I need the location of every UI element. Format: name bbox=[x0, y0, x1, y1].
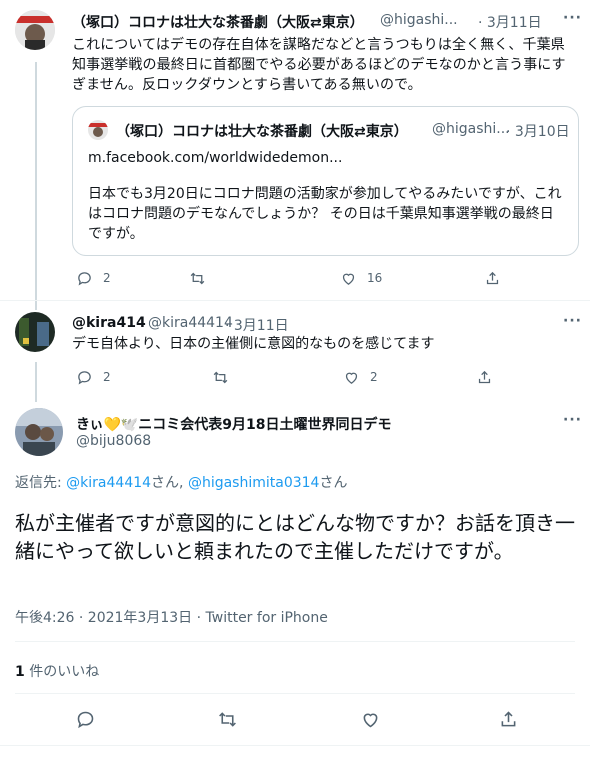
retweet-button[interactable] bbox=[212, 367, 239, 387]
likes-count: 1 bbox=[15, 664, 25, 680]
tweet-date[interactable]: · 3月11日 bbox=[478, 12, 542, 32]
tweet-text: デモ自体より、日本の主催側に意図的なものを感じてます bbox=[72, 336, 435, 352]
reply-to-link[interactable]: @kira44414 bbox=[66, 475, 151, 491]
tweet-date[interactable]: · 3月11日 bbox=[225, 315, 289, 335]
more-icon[interactable]: ··· bbox=[563, 412, 582, 428]
quoted-tweet-date: · 3月10日 bbox=[506, 124, 570, 140]
tweet-actions: 2 16 bbox=[72, 268, 577, 288]
reply-count: 2 bbox=[103, 271, 111, 285]
avatar[interactable] bbox=[15, 312, 55, 352]
more-icon[interactable]: ··· bbox=[563, 10, 582, 26]
reply-icon bbox=[78, 370, 91, 384]
share-icon bbox=[501, 710, 516, 726]
share-button[interactable] bbox=[484, 268, 501, 288]
more-icon[interactable]: ··· bbox=[563, 313, 582, 329]
share-button[interactable] bbox=[498, 708, 519, 730]
retweet-button[interactable] bbox=[189, 268, 216, 288]
reply-icon bbox=[77, 711, 94, 728]
thread-line bbox=[35, 62, 37, 310]
tweet-source[interactable]: Twitter for iPhone bbox=[206, 610, 328, 626]
tweet-date[interactable]: · 2021年3月13日 · bbox=[74, 610, 205, 626]
reply-button[interactable]: 2 bbox=[76, 367, 111, 387]
divider bbox=[0, 745, 590, 746]
reply-to-label: 返信先: bbox=[15, 475, 67, 491]
tweet-actions: 2 2 bbox=[72, 367, 577, 387]
tweet-meta: 午後4:26 · 2021年3月13日 · Twitter for iPhone bbox=[15, 607, 328, 627]
retweet-icon bbox=[190, 272, 205, 284]
thread-line bbox=[35, 362, 37, 402]
reply-to-sep: さん, bbox=[151, 475, 188, 491]
divider bbox=[15, 641, 575, 642]
heart-icon bbox=[345, 372, 358, 384]
reply-to-suffix: さん bbox=[319, 475, 348, 491]
quoted-author-name: （塚口）コロナは壮大な茶番劇（大阪⇄東京） bbox=[116, 124, 408, 140]
divider bbox=[0, 300, 590, 301]
author-handle[interactable]: @higashi... bbox=[380, 12, 458, 28]
avatar[interactable] bbox=[15, 10, 55, 50]
share-icon bbox=[486, 271, 499, 284]
reply-count: 2 bbox=[103, 370, 111, 384]
likes-label: 件のいいね bbox=[24, 664, 100, 680]
reply-to-link[interactable]: @higashimita0314 bbox=[188, 475, 320, 491]
retweet-icon bbox=[213, 371, 228, 383]
like-count: 2 bbox=[370, 370, 378, 384]
reply-icon bbox=[78, 271, 91, 285]
retweet-button[interactable] bbox=[217, 708, 238, 730]
like-count: 16 bbox=[367, 271, 383, 285]
like-button[interactable] bbox=[360, 708, 381, 730]
retweet-icon bbox=[219, 711, 236, 727]
quoted-text: 日本でも3月20日にコロナ問題の活動家が参加してやるみたいですが、これはコロナ問… bbox=[88, 186, 562, 242]
share-button[interactable] bbox=[476, 367, 493, 387]
author-handle[interactable]: @kira44414 bbox=[148, 315, 233, 331]
tweet-text: これについてはデモの存在自体を謀略だなどと言うつもりは全く無く、千葉県知事選挙戦… bbox=[72, 37, 566, 93]
reply-to-line: 返信先: @kira44414さん, @higashimita0314さん bbox=[15, 472, 347, 492]
quoted-author-handle: @higashi... bbox=[432, 121, 510, 137]
like-button[interactable]: 16 bbox=[340, 268, 382, 288]
reply-button[interactable] bbox=[75, 708, 96, 730]
main-tweet-text: 私が主催者ですが意図的にとはどんな物ですか？お話を頂き一緒にやって欲しいと頼まれ… bbox=[15, 511, 575, 563]
heart-icon bbox=[342, 273, 355, 285]
avatar[interactable] bbox=[15, 408, 63, 456]
author-name[interactable]: （塚口）コロナは壮大な茶番劇（大阪⇄東京） bbox=[72, 12, 364, 32]
like-button[interactable]: 2 bbox=[343, 367, 378, 387]
author-handle[interactable]: @biju8068 bbox=[76, 433, 151, 449]
quoted-link[interactable]: m.facebook.com/worldwidedemon... bbox=[88, 148, 342, 168]
main-tweet-actions bbox=[15, 708, 575, 730]
quoted-avatar[interactable] bbox=[88, 120, 108, 140]
author-name[interactable]: @kira414 bbox=[72, 315, 146, 331]
reply-button[interactable]: 2 bbox=[76, 268, 111, 288]
author-name[interactable]: きぃ💛🕊️ニコミ会代表9月18日土曜世界同日デモ bbox=[76, 414, 392, 434]
share-icon bbox=[478, 370, 491, 383]
divider bbox=[15, 693, 575, 694]
likes-summary[interactable]: 1 件のいいね bbox=[15, 661, 99, 681]
tweet-time[interactable]: 午後4:26 bbox=[15, 610, 74, 626]
heart-icon bbox=[363, 713, 378, 727]
